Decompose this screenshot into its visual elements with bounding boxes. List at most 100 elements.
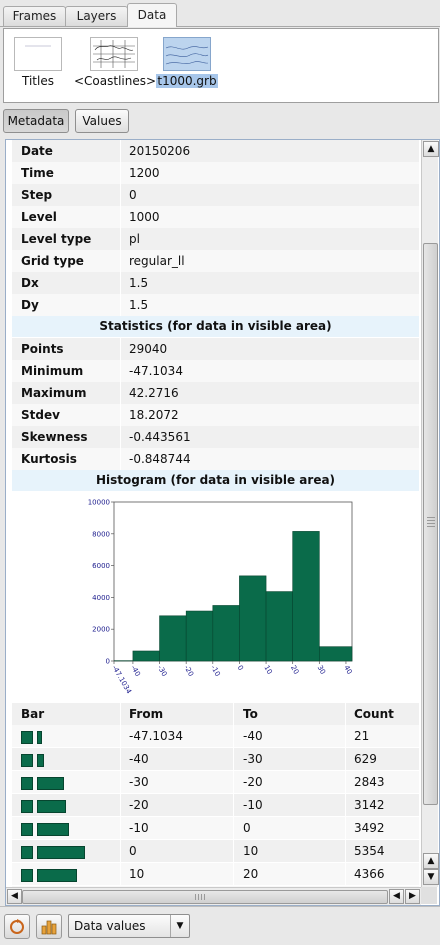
stat-row-kurtosis: Kurtosis-0.848744 <box>12 448 419 471</box>
histogram-bar-3 <box>186 611 213 661</box>
values-button[interactable]: Values <box>75 109 129 133</box>
bin-from: -40 <box>129 748 149 770</box>
bin-from: 0 <box>129 840 137 862</box>
bin-table-row: -1003492 <box>12 817 419 839</box>
bar-count-indicator <box>37 823 69 836</box>
reset-icon <box>5 915 29 938</box>
coastlines-thumbnail-icon <box>90 37 138 71</box>
bin-table-row: -20-103142 <box>12 794 419 816</box>
x-tick-label: 30 <box>316 664 327 676</box>
bin-from: -30 <box>129 771 149 793</box>
metadata-row-step: Step0 <box>12 184 419 207</box>
metadata-row-level-type: Level typepl <box>12 228 419 251</box>
chevron-down-icon: ▼ <box>170 915 189 937</box>
histogram-icon-button[interactable] <box>36 914 62 939</box>
bin-count: 5354 <box>354 840 385 862</box>
bar-count-indicator <box>37 800 66 813</box>
y-tick-label: 2000 <box>92 626 110 634</box>
bin-to: 0 <box>243 817 251 839</box>
bar-count-indicator <box>37 869 77 882</box>
y-tick-label: 8000 <box>92 530 110 538</box>
data-info-panel: Date20150206 Time1200 Step0 Level1000 Le… <box>5 139 440 906</box>
stat-row-stdev: Stdev18.2072 <box>12 404 419 427</box>
reset-icon-button[interactable] <box>4 914 30 939</box>
bin-from: 10 <box>129 863 144 885</box>
bar-legend-swatch <box>21 846 33 859</box>
x-tick-label: -30 <box>156 664 169 678</box>
horizontal-scrollbar[interactable]: ◀ ◀ ▶ <box>6 887 421 905</box>
bar-legend-swatch <box>21 823 33 836</box>
bar-count-indicator <box>37 731 42 744</box>
data-mode-select[interactable]: Data values ▼ <box>68 914 190 938</box>
vertical-scroll-thumb[interactable] <box>423 243 438 805</box>
stat-row-maximum: Maximum42.2716 <box>12 382 419 405</box>
bin-from: -20 <box>129 794 149 816</box>
layer-thumbnail-list: Titles <Coastlines> t <box>3 28 439 103</box>
bin-count: 629 <box>354 748 377 770</box>
bin-table-row: -47.1034-4021 <box>12 725 419 747</box>
metadata-row-dx: Dx1.5 <box>12 272 419 295</box>
x-tick-label: -10 <box>209 664 222 678</box>
bar-legend-swatch <box>21 731 33 744</box>
layer-item-coastlines[interactable]: <Coastlines> <box>74 37 154 88</box>
stat-row-skewness: Skewness-0.443561 <box>12 426 419 449</box>
histogram-bar-6 <box>266 592 293 661</box>
bar-legend-swatch <box>21 869 33 882</box>
vertical-scrollbar[interactable]: ▲ ▲ ▼ <box>421 140 438 887</box>
y-tick-label: 0 <box>106 658 110 666</box>
data-info-viewport: Date20150206 Time1200 Step0 Level1000 Le… <box>6 140 421 887</box>
x-tick-label: 40 <box>342 664 353 676</box>
histogram-bar-8 <box>319 647 352 661</box>
bar-legend-swatch <box>21 777 33 790</box>
layer-label: Titles <box>22 74 54 88</box>
scroll-right-arrow-icon[interactable]: ▶ <box>405 889 420 904</box>
bar-legend-swatch <box>21 800 33 813</box>
bin-count: 4366 <box>354 863 385 885</box>
stat-row-points: Points29040 <box>12 338 419 361</box>
x-tick-label: 0 <box>236 664 245 672</box>
layer-item-titles[interactable]: Titles <box>0 37 78 88</box>
bin-to: -40 <box>243 725 263 747</box>
y-tick-label: 10000 <box>88 499 110 507</box>
histogram-bar-4 <box>213 605 240 661</box>
scroll-left-arrow-icon-right[interactable]: ◀ <box>389 889 404 904</box>
y-tick-label: 6000 <box>92 562 110 570</box>
bar-chart-icon <box>37 915 61 938</box>
grib-field-thumbnail-icon <box>163 37 211 71</box>
histogram-svg: 0200040006000800010000-47.1034-40-30-20-… <box>84 496 384 696</box>
bar-count-indicator <box>37 846 85 859</box>
x-tick-label: 20 <box>289 664 300 676</box>
tab-bar: Frames Layers Data <box>0 0 440 27</box>
metadata-row-grid-type: Grid typeregular_ll <box>12 250 419 273</box>
x-tick-label: -40 <box>129 664 142 678</box>
bin-from: -10 <box>129 817 149 839</box>
tab-frames[interactable]: Frames <box>3 6 66 26</box>
y-tick-label: 4000 <box>92 594 110 602</box>
metadata-row-time: Time1200 <box>12 162 419 185</box>
bin-to: -30 <box>243 748 263 770</box>
tab-layers[interactable]: Layers <box>65 6 128 26</box>
scroll-down-arrow-icon[interactable]: ▼ <box>423 869 439 885</box>
scroll-left-arrow-icon[interactable]: ◀ <box>7 889 22 904</box>
bar-legend-swatch <box>21 754 33 767</box>
layer-label: <Coastlines> <box>74 74 156 88</box>
x-tick-label: -20 <box>182 664 195 678</box>
horizontal-scroll-thumb[interactable] <box>22 890 388 904</box>
tab-data[interactable]: Data <box>127 3 177 27</box>
scroll-up-arrow-icon[interactable]: ▲ <box>423 141 439 157</box>
bin-count: 2843 <box>354 771 385 793</box>
metadata-row-dy: Dy1.5 <box>12 294 419 317</box>
bar-count-indicator <box>37 754 44 767</box>
scroll-up-arrow-icon-bottom[interactable]: ▲ <box>423 853 439 869</box>
bin-count: 21 <box>354 725 369 747</box>
metadata-button[interactable]: Metadata <box>3 109 69 133</box>
statistics-header: Statistics (for data in visible area) <box>12 316 419 337</box>
col-header-bar: Bar <box>21 703 44 725</box>
layer-item-t1000[interactable]: t1000.grb <box>147 37 227 88</box>
col-header-from: From <box>129 703 163 725</box>
scroll-corner <box>421 887 437 904</box>
bin-to: 10 <box>243 840 258 862</box>
bin-table-header: Bar From To Count <box>12 703 419 725</box>
layer-label: t1000.grb <box>156 74 217 88</box>
col-header-count: Count <box>354 703 394 725</box>
